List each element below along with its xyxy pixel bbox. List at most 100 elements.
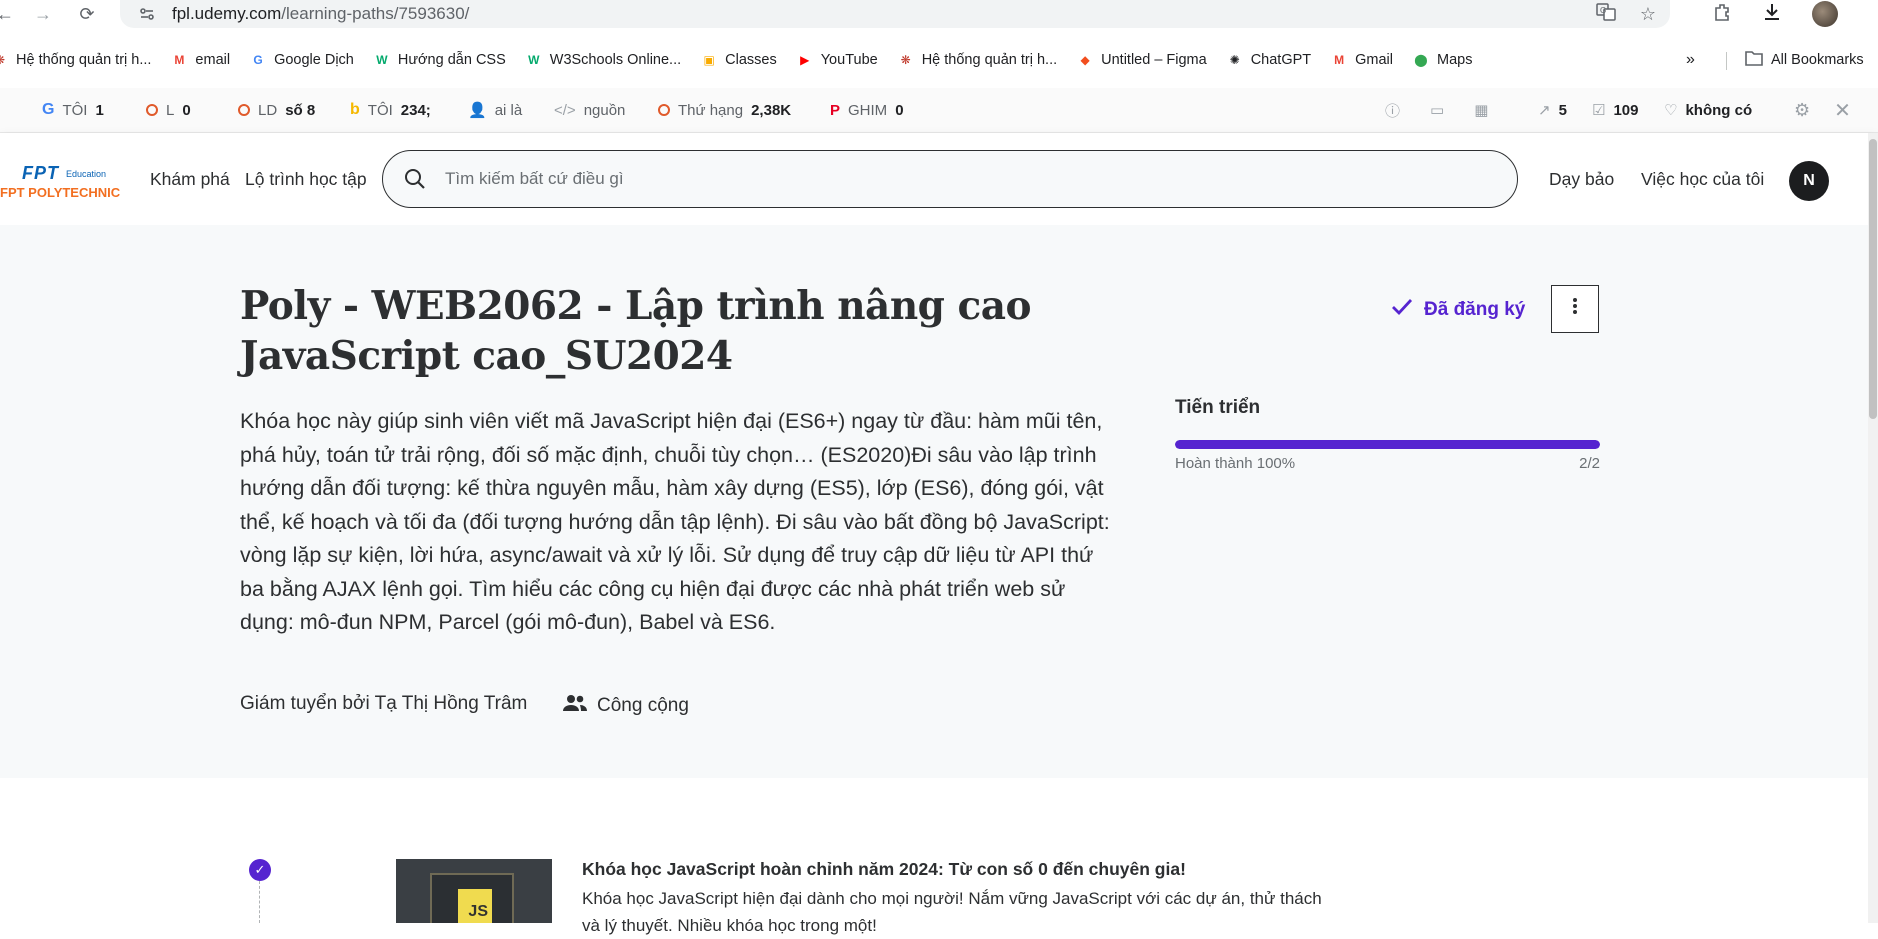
enrolled-label: Đã đăng ký — [1424, 299, 1526, 320]
close-icon[interactable]: ✕ — [1834, 98, 1851, 123]
youtube-icon: ▶ — [800, 53, 810, 67]
bookmark-label: Untitled – Figma — [1101, 52, 1207, 68]
bookmark-item[interactable]: ❋ Hệ thống quản trị h... — [0, 52, 151, 68]
extensions-icon[interactable] — [1712, 2, 1732, 27]
bookmark-item[interactable]: M Gmail — [1331, 52, 1393, 68]
all-bookmarks-label: All Bookmarks — [1771, 52, 1864, 68]
seo-bing-index[interactable]: b TÔI 234; — [350, 88, 431, 132]
bookmark-item[interactable]: Memail — [171, 52, 230, 68]
progress-bar — [1175, 440, 1600, 449]
kebab-icon — [1572, 296, 1578, 322]
translate-icon[interactable]: G — [1596, 2, 1616, 27]
seo-pinterest[interactable]: P GHIM 0 — [830, 88, 904, 132]
seo-links[interactable]: L0 — [146, 88, 191, 132]
heart-icon: ♡ — [1664, 102, 1678, 119]
w3schools-icon: W — [528, 53, 540, 67]
bookmark-item[interactable]: W Hướng dẫn CSS — [374, 52, 506, 68]
profile-avatar[interactable] — [1812, 1, 1838, 27]
bookmarks-more-button[interactable]: » — [1686, 44, 1695, 76]
monitor-icon[interactable]: ▭ — [1430, 101, 1444, 119]
more-options-button[interactable] — [1551, 285, 1599, 333]
fpt-polytechnic-logo[interactable]: FPT Education FPT POLYTECHNIC — [0, 161, 130, 201]
classroom-icon: ▣ — [703, 53, 715, 67]
address-bar[interactable]: fpl.udemy.com/learning-paths/7593630/ G … — [120, 0, 1670, 28]
info-icon[interactable]: ⓘ — [1385, 100, 1400, 121]
enrolled-status[interactable]: Đã đăng ký — [1390, 297, 1525, 323]
url-text[interactable]: fpl.udemy.com/learning-paths/7593630/ — [172, 4, 469, 24]
bookmark-label: Hệ thống quản trị h... — [16, 52, 152, 68]
pinterest-icon: P — [830, 101, 841, 119]
seo-linking-domains[interactable]: LD số 8 — [238, 88, 315, 132]
course-description: Khóa học JavaScript hiện đại dành cho mọ… — [582, 889, 1322, 935]
bookmarks-divider — [1726, 52, 1727, 70]
search-icon[interactable] — [403, 167, 427, 191]
path-description: Khóa học này giúp sinh viên viết mã Java… — [240, 409, 1110, 634]
bookmarks-bar: ❋ Hệ thống quản trị h... Memail G Google Dịc… — [0, 44, 1878, 76]
progress-title: Tiến triển — [1175, 397, 1261, 418]
scrollbar-thumb[interactable] — [1869, 139, 1877, 419]
folder-icon — [1745, 50, 1763, 70]
bookmark-item[interactable]: ⬤ Maps — [1413, 52, 1472, 68]
person-icon: 👤 — [468, 102, 487, 119]
bookmark-item[interactable]: ❋ Hệ thống quản trị h... — [898, 52, 1057, 68]
bookmark-label: W3Schools Online... — [549, 52, 682, 68]
seo-google-index[interactable]: G TÔI 1 — [42, 88, 104, 132]
seo-external-links[interactable]: ↗ 5 — [1538, 88, 1567, 132]
google-translate-icon: G — [253, 53, 263, 67]
bookmark-item[interactable]: ✺ ChatGPT — [1227, 52, 1311, 68]
back-icon[interactable]: ← — [0, 0, 20, 28]
seo-source[interactable]: </> nguồn — [554, 88, 625, 132]
figma-icon: ◆ — [1080, 53, 1090, 67]
forward-icon[interactable]: → — [28, 0, 58, 28]
w3schools-icon: W — [376, 53, 388, 67]
bookmark-item[interactable]: W W3Schools Online... — [526, 52, 681, 68]
progress-label: Hoàn thành 100% — [1175, 455, 1296, 472]
all-bookmarks-button[interactable]: All Bookmarks — [1745, 44, 1864, 76]
browser-toolbar: ← → ⟳ fpl.udemy.com/learning-paths/75936… — [0, 0, 1878, 28]
bookmark-item[interactable]: G Google Dịch — [250, 52, 353, 68]
bookmark-item[interactable]: ◆ Untitled – Figma — [1077, 52, 1207, 68]
bookmark-label: email — [195, 52, 231, 68]
reload-icon[interactable]: ⟳ — [72, 0, 102, 28]
seo-rank[interactable]: Thứ hạng 2,38K — [658, 88, 791, 132]
visibility-label: Công cộng — [597, 695, 689, 716]
download-icon[interactable] — [1762, 2, 1782, 27]
teach-link[interactable]: Dạy bảo — [1549, 169, 1614, 190]
seo-controls: ⚙ ✕ — [1794, 88, 1851, 132]
site-info-icon[interactable] — [134, 1, 160, 27]
chatgpt-icon: ✺ — [1229, 53, 1240, 67]
course-thumbnail[interactable]: JS — [396, 859, 552, 923]
course-title[interactable]: Khóa học JavaScript hoàn chỉnh năm 2024:… — [582, 859, 1186, 880]
visibility-info: Công cộng — [563, 693, 689, 719]
people-icon — [563, 693, 587, 719]
seo-whois[interactable]: 👤 ai là — [468, 88, 522, 132]
table-icon[interactable]: ▦ — [1474, 101, 1488, 119]
external-link-icon: ↗ — [1538, 102, 1551, 119]
seo-checked[interactable]: ☑ 109 — [1592, 88, 1638, 132]
bookmark-item[interactable]: ▶ YouTube — [797, 52, 878, 68]
my-learning-link[interactable]: Việc học của tôi — [1641, 169, 1764, 190]
search-bar[interactable] — [382, 150, 1518, 208]
seo-tools: ⓘ ▭ ▦ — [1385, 88, 1488, 132]
seo-status[interactable]: ♡ không có — [1664, 88, 1752, 132]
progress-bar-fill — [1175, 440, 1600, 449]
page-scrollbar[interactable] — [1868, 133, 1878, 923]
bookmark-label: Classes — [725, 52, 777, 68]
admin-icon: ❋ — [900, 53, 911, 67]
explore-link[interactable]: Khám phá — [150, 169, 230, 190]
ring-icon — [238, 104, 250, 116]
star-icon[interactable]: ☆ — [1640, 4, 1656, 25]
bookmark-label: Gmail — [1355, 52, 1394, 68]
checkbox-icon: ☑ — [1592, 102, 1606, 119]
ring-icon — [658, 104, 670, 116]
search-input[interactable] — [443, 168, 1447, 190]
user-avatar[interactable]: N — [1789, 161, 1829, 201]
gmail-icon: M — [1334, 53, 1345, 67]
maps-icon: ⬤ — [1414, 53, 1428, 67]
svg-text:G: G — [1600, 6, 1606, 15]
settings-icon[interactable]: ⚙ — [1794, 100, 1810, 121]
timeline-connector — [259, 881, 260, 923]
admin-icon: ❋ — [0, 52, 8, 68]
bookmark-item[interactable]: ▣ Classes — [701, 52, 777, 68]
learning-paths-link[interactable]: Lộ trình học tập — [245, 169, 367, 190]
